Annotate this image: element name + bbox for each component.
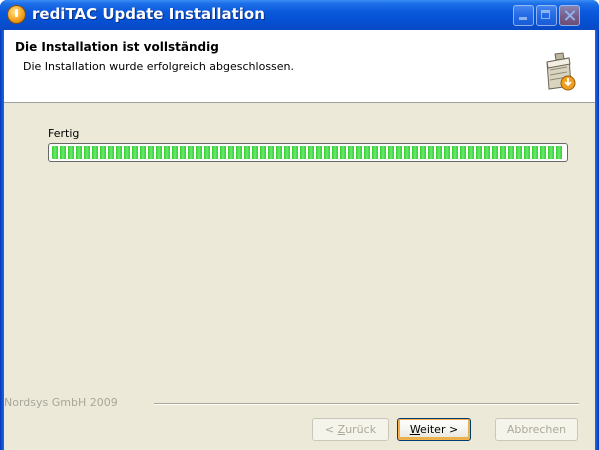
footer-divider	[154, 403, 579, 405]
installer-box-icon	[546, 52, 576, 91]
dialog-client-area: Die Installation ist vollständig Die Ins…	[4, 30, 595, 450]
window-title: rediTAC Update Installation	[32, 5, 265, 23]
window-frame-right	[595, 30, 599, 450]
title-bar[interactable]: rediTAC Update Installation	[0, 0, 599, 30]
cancel-button[interactable]: Abbrechen	[495, 418, 578, 441]
page-subtitle: Die Installation wurde erfolgreich abges…	[23, 60, 295, 73]
progress-bar-fill	[52, 146, 564, 159]
next-button-accelerator: W	[409, 423, 421, 436]
maximize-button[interactable]	[536, 5, 557, 26]
installer-window: rediTAC Update Installation Die Installa…	[0, 0, 599, 450]
back-button[interactable]: < Zurück	[312, 418, 389, 441]
page-title: Die Installation ist vollständig	[15, 40, 219, 54]
next-button-label: eiter >	[420, 423, 459, 436]
progress-status-label: Fertig	[48, 127, 80, 140]
brand-label: Nordsys GmbH 2009	[4, 396, 118, 409]
back-button-label: urück	[345, 423, 377, 436]
next-button[interactable]: Weiter >	[397, 418, 471, 441]
close-button[interactable]	[559, 5, 580, 26]
header-panel: Die Installation ist vollständig Die Ins…	[4, 30, 595, 103]
back-button-prefix: <	[324, 423, 338, 436]
app-icon[interactable]	[8, 6, 25, 23]
minimize-button[interactable]	[513, 5, 534, 26]
progress-bar	[48, 143, 568, 162]
